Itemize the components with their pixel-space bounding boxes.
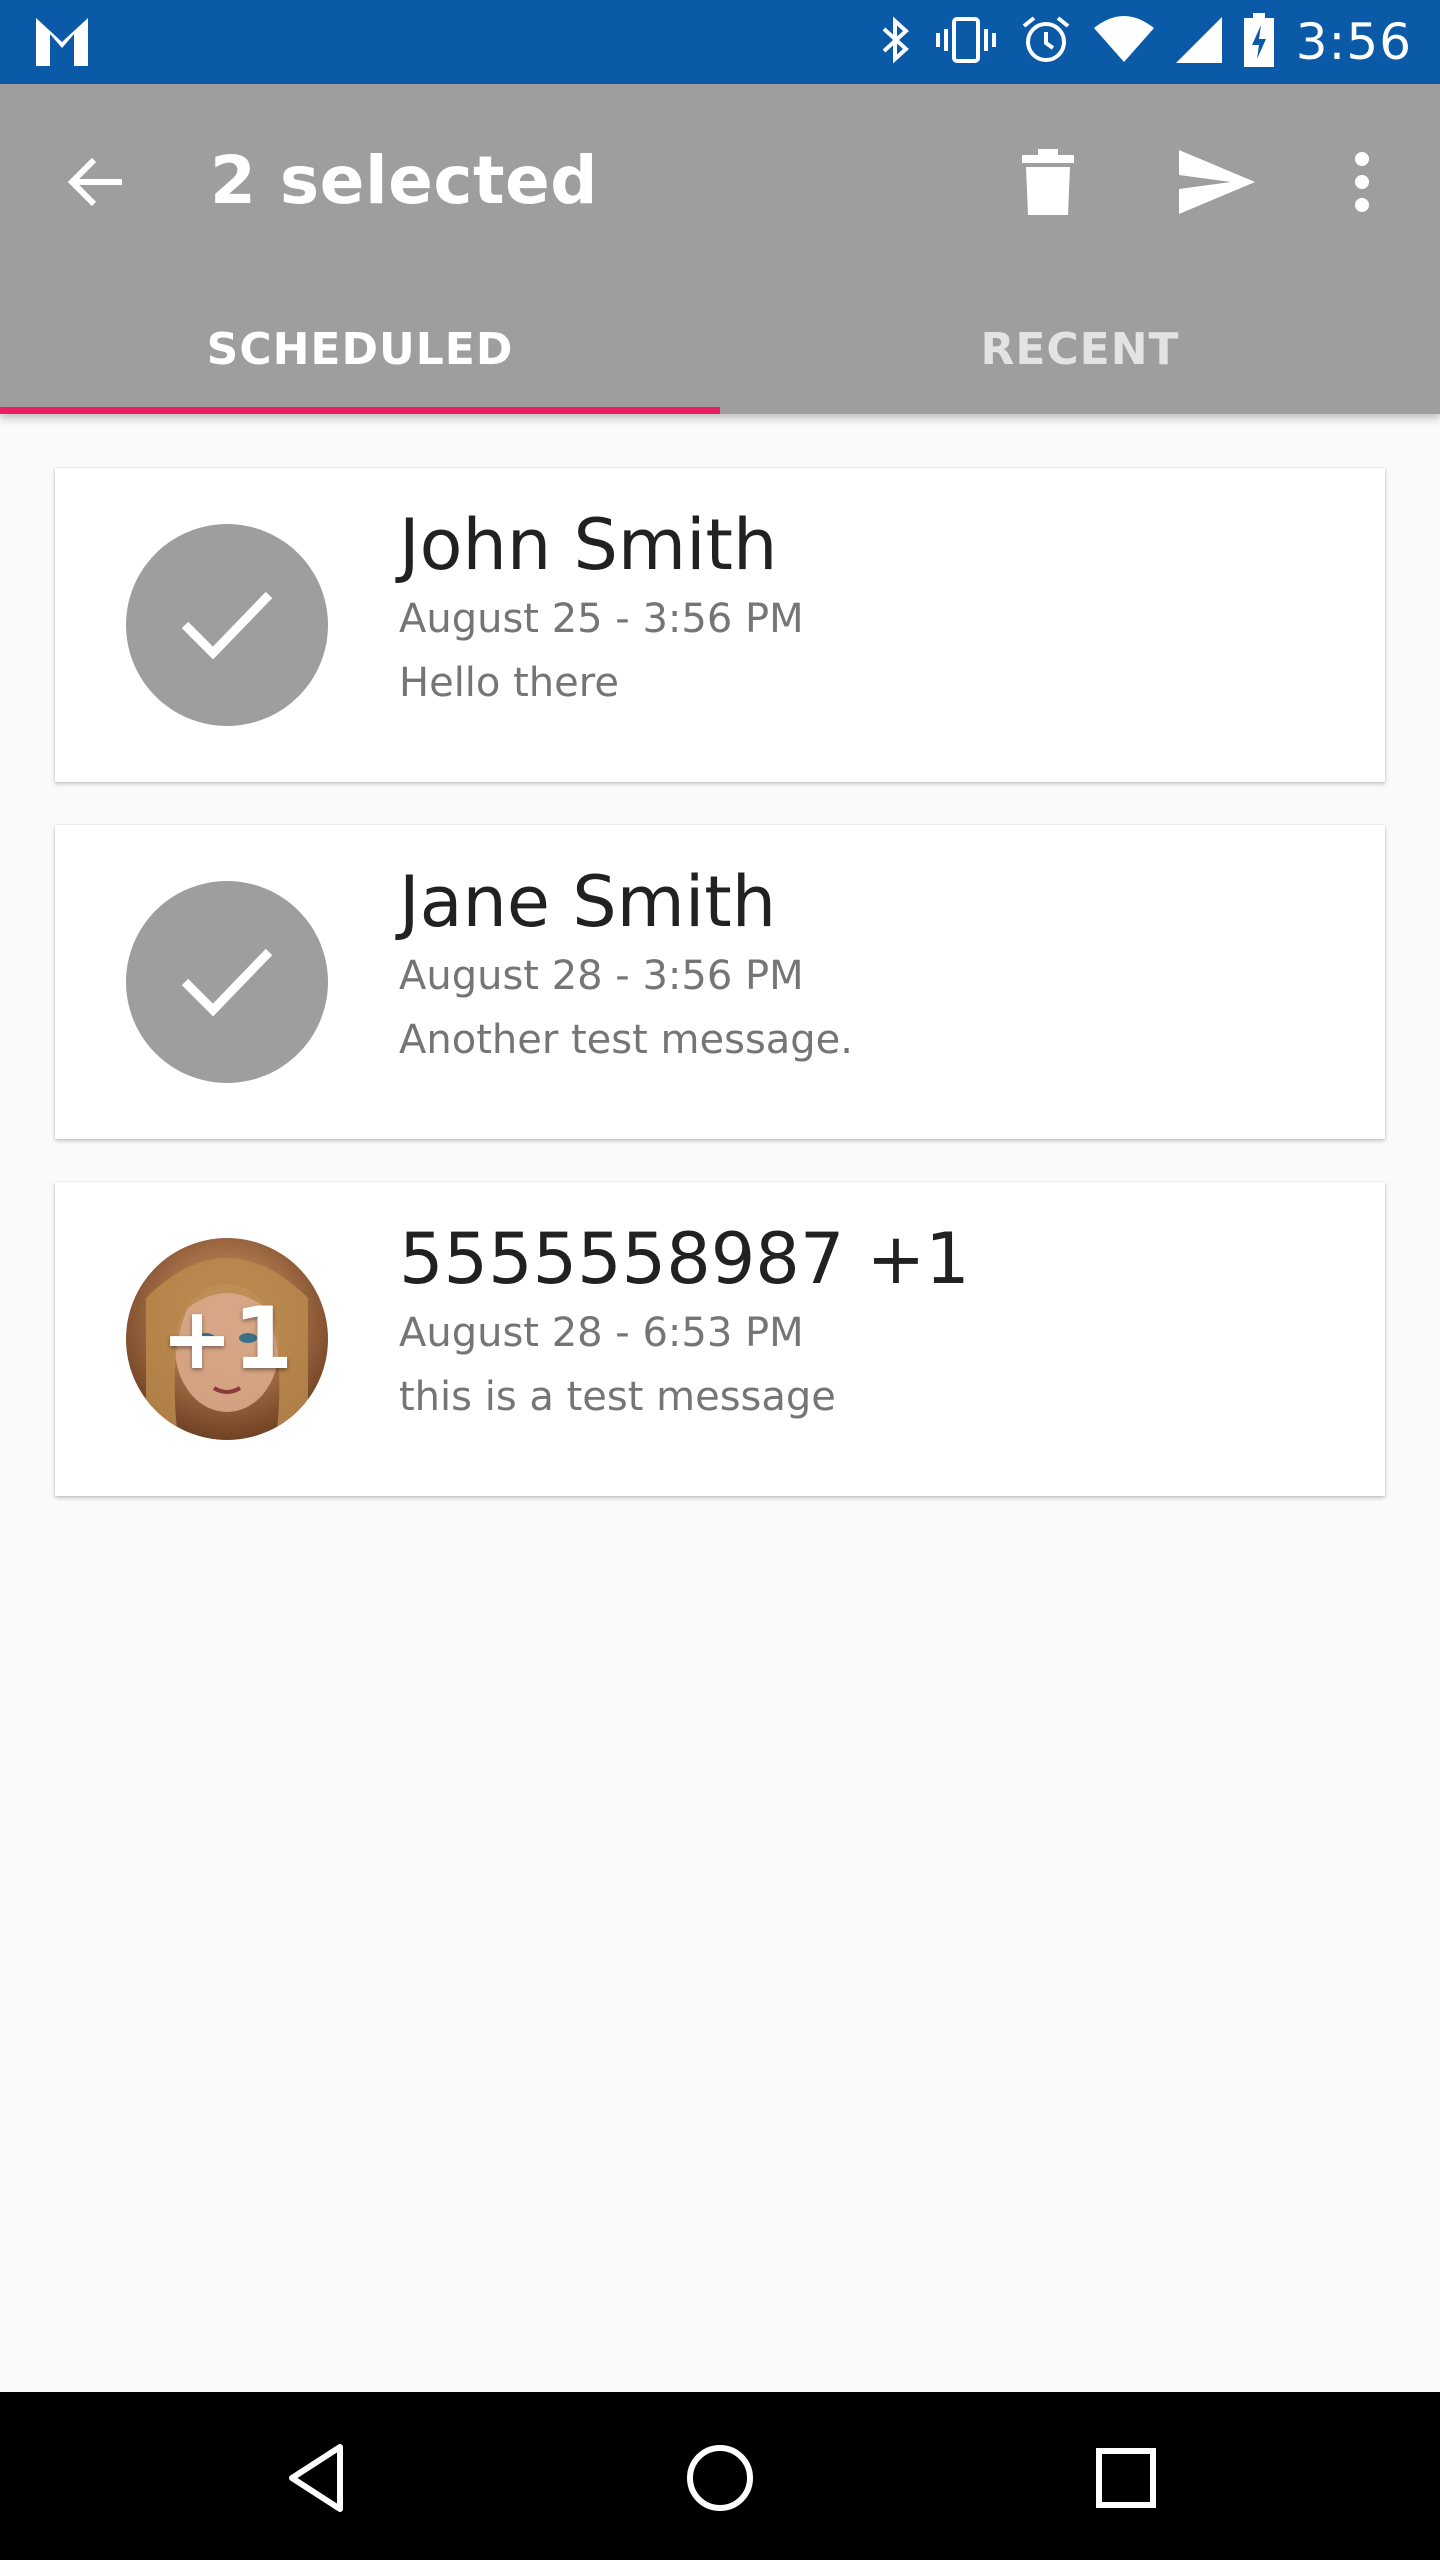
signal-icon: [1154, 17, 1222, 67]
navigation-bar: [0, 2392, 1440, 2560]
bluetooth-icon: [858, 15, 912, 69]
check-icon: [179, 944, 275, 1020]
back-triangle-icon[interactable]: [274, 2436, 358, 2520]
delete-button[interactable]: [1008, 144, 1088, 224]
recents-square-icon[interactable]: [1084, 2436, 1168, 2520]
check-icon: [179, 587, 275, 663]
avatar[interactable]: [126, 524, 328, 726]
message-card[interactable]: Jane Smith August 28 - 3:56 PM Another t…: [55, 825, 1385, 1139]
send-icon: [1179, 150, 1255, 218]
vibrate-icon: [912, 15, 998, 69]
wifi-icon: [1072, 16, 1154, 68]
message-preview: this is a test message: [399, 1374, 836, 1420]
delete-icon: [1022, 149, 1074, 219]
more-options-button[interactable]: [1322, 144, 1402, 224]
contact-name: John Smith: [399, 504, 778, 586]
message-date: August 28 - 3:56 PM: [399, 953, 804, 999]
status-bar: 3:56: [0, 0, 1440, 84]
more-vert-icon: [1352, 151, 1372, 217]
app-bar: 2 selected SCHEDULED RECENT: [0, 84, 1440, 414]
message-date: August 25 - 3:56 PM: [399, 596, 804, 642]
message-card[interactable]: +1 5555558987 +1 August 28 - 6:53 PM thi…: [55, 1182, 1385, 1496]
home-circle-icon[interactable]: [678, 2436, 762, 2520]
tab-bar: SCHEDULED RECENT: [0, 284, 1440, 414]
page-title: 2 selected: [210, 142, 599, 219]
message-preview: Another test message.: [399, 1017, 854, 1063]
avatar[interactable]: [126, 881, 328, 1083]
send-button[interactable]: [1177, 144, 1257, 224]
status-time: 3:56: [1295, 13, 1412, 71]
avatar[interactable]: +1: [126, 1238, 328, 1440]
gmail-icon: [36, 18, 88, 70]
contact-name: Jane Smith: [399, 861, 777, 943]
message-date: August 28 - 6:53 PM: [399, 1310, 804, 1356]
avatar-badge: +1: [161, 1289, 293, 1389]
message-preview: Hello there: [399, 660, 619, 706]
tab-indicator: [0, 407, 720, 414]
arrow-back-icon[interactable]: [60, 146, 132, 218]
tab-scheduled[interactable]: SCHEDULED: [0, 284, 720, 414]
message-card[interactable]: John Smith August 25 - 3:56 PM Hello the…: [55, 468, 1385, 782]
contact-name: 5555558987 +1: [399, 1218, 970, 1300]
tab-recent[interactable]: RECENT: [720, 284, 1440, 414]
battery-charging-icon: [1222, 13, 1274, 71]
alarm-icon: [998, 14, 1072, 70]
